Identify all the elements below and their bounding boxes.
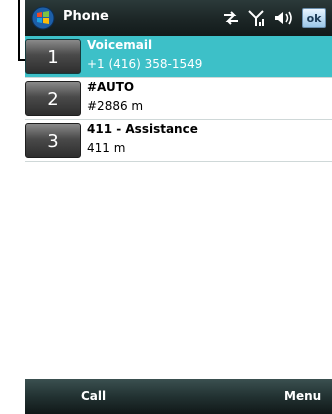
call-softkey[interactable]: Call bbox=[81, 389, 106, 403]
menu-softkey[interactable]: Menu bbox=[284, 389, 321, 403]
connectivity-icon[interactable] bbox=[221, 8, 241, 28]
contact-name: Voicemail bbox=[87, 38, 153, 52]
contact-number: #2886 m bbox=[87, 99, 144, 113]
contact-name: #AUTO bbox=[87, 80, 135, 94]
ok-button[interactable]: ok bbox=[302, 8, 326, 28]
speed-dial-key[interactable]: 1 bbox=[25, 39, 81, 74]
volume-icon[interactable] bbox=[273, 8, 293, 28]
windows-start-icon[interactable] bbox=[30, 6, 56, 30]
signal-icon[interactable] bbox=[247, 8, 267, 28]
speed-dial-row[interactable]: 3 411 - Assistance 411 m bbox=[25, 120, 332, 162]
contact-number: +1 (416) 358-1549 bbox=[87, 57, 203, 71]
speed-dial-row[interactable]: 2 #AUTO #2886 m bbox=[25, 78, 332, 120]
speed-dial-key[interactable]: 3 bbox=[25, 123, 81, 158]
speed-dial-list: 1 Voicemail +1 (416) 358-1549 2 #AUTO #2… bbox=[25, 36, 332, 162]
speed-dial-row[interactable]: 1 Voicemail +1 (416) 358-1549 bbox=[25, 36, 332, 78]
title-bar: Phone ok bbox=[25, 0, 332, 36]
softkey-bar: Call Menu bbox=[25, 379, 332, 414]
contact-number: 411 m bbox=[87, 141, 126, 155]
phone-screen: Phone ok 1 Voicemail +1 (416) 358-1549 2… bbox=[25, 0, 332, 414]
app-title: Phone bbox=[63, 9, 109, 24]
callout-line bbox=[18, 0, 20, 61]
contact-name: 411 - Assistance bbox=[87, 122, 198, 136]
speed-dial-key[interactable]: 2 bbox=[25, 81, 81, 116]
